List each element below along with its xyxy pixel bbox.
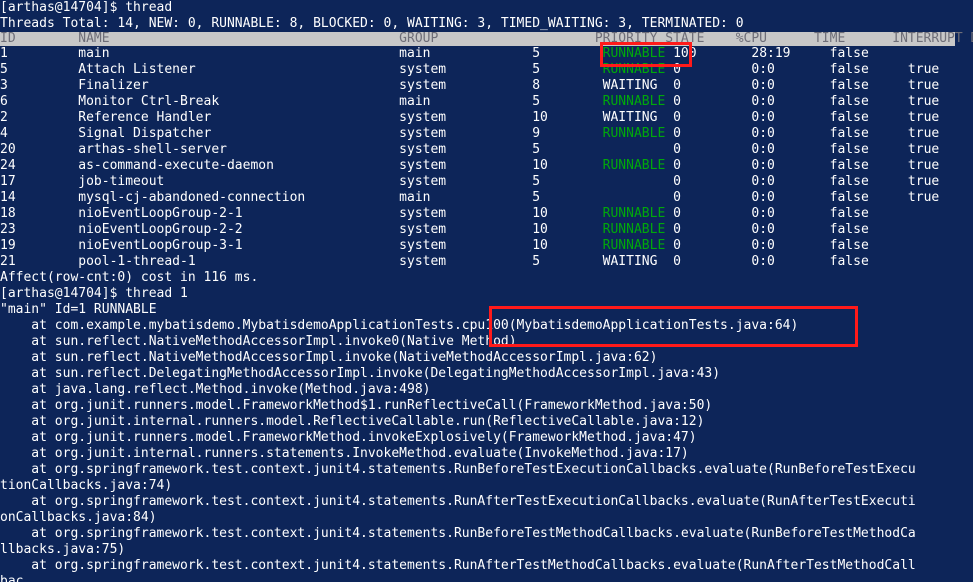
row-id-name-group-priority: 5 Attach Listener system 5: [0, 62, 603, 77]
row-state: RUNNABLE: [602, 222, 674, 237]
table-row[interactable]: 2 Reference Handler system 10 WAITING 0 …: [0, 110, 973, 126]
row-cpu-time-interrupt-daemon: 0 0:0 false true: [673, 62, 940, 77]
stack-trace-line: onCallbacks.java:84): [0, 510, 157, 525]
row-cpu-time-interrupt-daemon: 0 0:0 false true: [673, 78, 940, 93]
stack-trace-line: at org.springframework.test.context.juni…: [0, 462, 916, 477]
row-id-name-group-priority: 20 arthas-shell-server system 5: [0, 142, 603, 157]
table-row[interactable]: 17 job-timeout system 5 0 0:0 false true: [0, 174, 973, 190]
row-id-name-group-priority: 3 Finalizer system 8: [0, 78, 603, 93]
stack-trace-line: bac: [0, 574, 24, 582]
stack-trace-line: at org.springframework.test.context.juni…: [0, 526, 916, 541]
row-cpu-time-interrupt-daemon: 0 0:0 false true: [673, 158, 940, 173]
row-cpu-time-interrupt-daemon: 0 0:0 false: [673, 222, 908, 237]
thread-table-body: 1 main main 5 RUNNABLE 100 28:19 false 5…: [0, 46, 973, 270]
row-id-name-group-priority: 6 Monitor Ctrl-Break main 5: [0, 94, 603, 109]
table-row[interactable]: 14 mysql-cj-abandoned-connection main 5 …: [0, 190, 973, 206]
table-row[interactable]: 20 arthas-shell-server system 5 0 0:0 fa…: [0, 142, 973, 158]
row-cpu-time-interrupt-daemon: 100 28:19 false: [673, 46, 908, 61]
table-row[interactable]: 19 nioEventLoopGroup-3-1 system 10 RUNNA…: [0, 238, 973, 254]
row-id-name-group-priority: 2 Reference Handler system 10: [0, 110, 603, 125]
row-state: [603, 142, 673, 157]
row-state: RUNNABLE: [602, 126, 674, 141]
row-state: RUNNABLE: [602, 94, 674, 109]
stack-trace-line: at org.springframework.test.context.juni…: [0, 494, 916, 509]
row-state: [603, 190, 673, 205]
stack-trace-line: at sun.reflect.NativeMethodAccessorImpl.…: [0, 334, 517, 349]
table-row[interactable]: 1 main main 5 RUNNABLE 100 28:19 false: [0, 46, 973, 62]
row-state: RUNNABLE: [602, 238, 674, 253]
row-state: WAITING: [602, 78, 674, 93]
row-id-name-group-priority: 4 Signal Dispatcher system 9: [0, 126, 603, 141]
terminal-window[interactable]: [arthas@14704]$ thread Threads Total: 14…: [0, 0, 973, 582]
row-id-name-group-priority: 1 main main 5: [0, 46, 603, 61]
table-row[interactable]: 21 pool-1-thread-1 system 5 WAITING 0 0:…: [0, 254, 973, 270]
table-row[interactable]: 4 Signal Dispatcher system 9 RUNNABLE 0 …: [0, 126, 973, 142]
thread-detail-header: "main" Id=1 RUNNABLE: [0, 302, 157, 317]
table-row[interactable]: 24 as-command-execute-daemon system 10 R…: [0, 158, 973, 174]
stack-trace-line: at com.example.mybatisdemo.MybatisdemoAp…: [0, 318, 799, 333]
row-cpu-time-interrupt-daemon: 0 0:0 false true: [673, 190, 940, 205]
row-id-name-group-priority: 21 pool-1-thread-1 system 5: [0, 254, 603, 269]
row-state: WAITING: [602, 254, 674, 269]
stack-trace-line: at org.junit.internal.runners.statements…: [0, 446, 689, 461]
threads-summary-line: Threads Total: 14, NEW: 0, RUNNABLE: 8, …: [0, 16, 744, 31]
stack-trace-line: at sun.reflect.NativeMethodAccessorImpl.…: [0, 350, 658, 365]
stack-trace-line: at org.springframework.test.context.juni…: [0, 558, 916, 573]
row-id-name-group-priority: 14 mysql-cj-abandoned-connection main 5: [0, 190, 603, 205]
table-row[interactable]: 5 Attach Listener system 5 RUNNABLE 0 0:…: [0, 62, 973, 78]
thread-table-header: ID NAME GROUP PRIORITY STATE %CPU TIME I…: [0, 31, 973, 46]
row-id-name-group-priority: 18 nioEventLoopGroup-2-1 system 10: [0, 206, 603, 221]
row-state: RUNNABLE: [602, 62, 674, 77]
row-cpu-time-interrupt-daemon: 0 0:0 false true: [673, 174, 940, 189]
stack-trace-line: at org.junit.runners.model.FrameworkMeth…: [0, 430, 697, 445]
row-cpu-time-interrupt-daemon: 0 0:0 false true: [673, 110, 940, 125]
row-cpu-time-interrupt-daemon: 0 0:0 false: [673, 206, 908, 221]
row-state: RUNNABLE: [602, 46, 674, 61]
row-id-name-group-priority: 17 job-timeout system 5: [0, 174, 603, 189]
stack-trace-line: at org.junit.internal.runners.model.Refl…: [0, 414, 705, 429]
row-state: [603, 174, 673, 189]
table-row[interactable]: 6 Monitor Ctrl-Break main 5 RUNNABLE 0 0…: [0, 94, 973, 110]
stack-trace-line: tionCallbacks.java:74): [0, 478, 173, 493]
stack-trace-line: at java.lang.reflect.Method.invoke(Metho…: [0, 382, 431, 397]
table-row[interactable]: 23 nioEventLoopGroup-2-2 system 10 RUNNA…: [0, 222, 973, 238]
stack-trace-line: at sun.reflect.DelegatingMethodAccessorI…: [0, 366, 721, 381]
row-cpu-time-interrupt-daemon: 0 0:0 false: [673, 254, 908, 269]
row-cpu-time-interrupt-daemon: 0 0:0 false true: [673, 142, 940, 157]
command-line-thread: [arthas@14704]$ thread: [0, 0, 173, 15]
row-state: RUNNABLE: [602, 206, 674, 221]
row-cpu-time-interrupt-daemon: 0 0:0 false true: [673, 126, 940, 141]
command-line-thread-1: [arthas@14704]$ thread 1: [0, 286, 188, 301]
row-id-name-group-priority: 23 nioEventLoopGroup-2-2 system 10: [0, 222, 603, 237]
stack-trace-line: llbacks.java:75): [0, 542, 126, 557]
row-id-name-group-priority: 19 nioEventLoopGroup-3-1 system 10: [0, 238, 603, 253]
table-row[interactable]: 18 nioEventLoopGroup-2-1 system 10 RUNNA…: [0, 206, 973, 222]
affect-line: Affect(row-cnt:0) cost in 116 ms.: [0, 270, 259, 285]
table-row[interactable]: 3 Finalizer system 8 WAITING 0 0:0 false…: [0, 78, 973, 94]
stack-trace: at com.example.mybatisdemo.MybatisdemoAp…: [0, 318, 973, 582]
row-cpu-time-interrupt-daemon: 0 0:0 false true: [673, 94, 940, 109]
row-state: RUNNABLE: [602, 158, 674, 173]
row-cpu-time-interrupt-daemon: 0 0:0 false: [673, 238, 908, 253]
row-id-name-group-priority: 24 as-command-execute-daemon system 10: [0, 158, 603, 173]
row-state: WAITING: [602, 110, 674, 125]
stack-trace-line: at org.junit.runners.model.FrameworkMeth…: [0, 398, 713, 413]
